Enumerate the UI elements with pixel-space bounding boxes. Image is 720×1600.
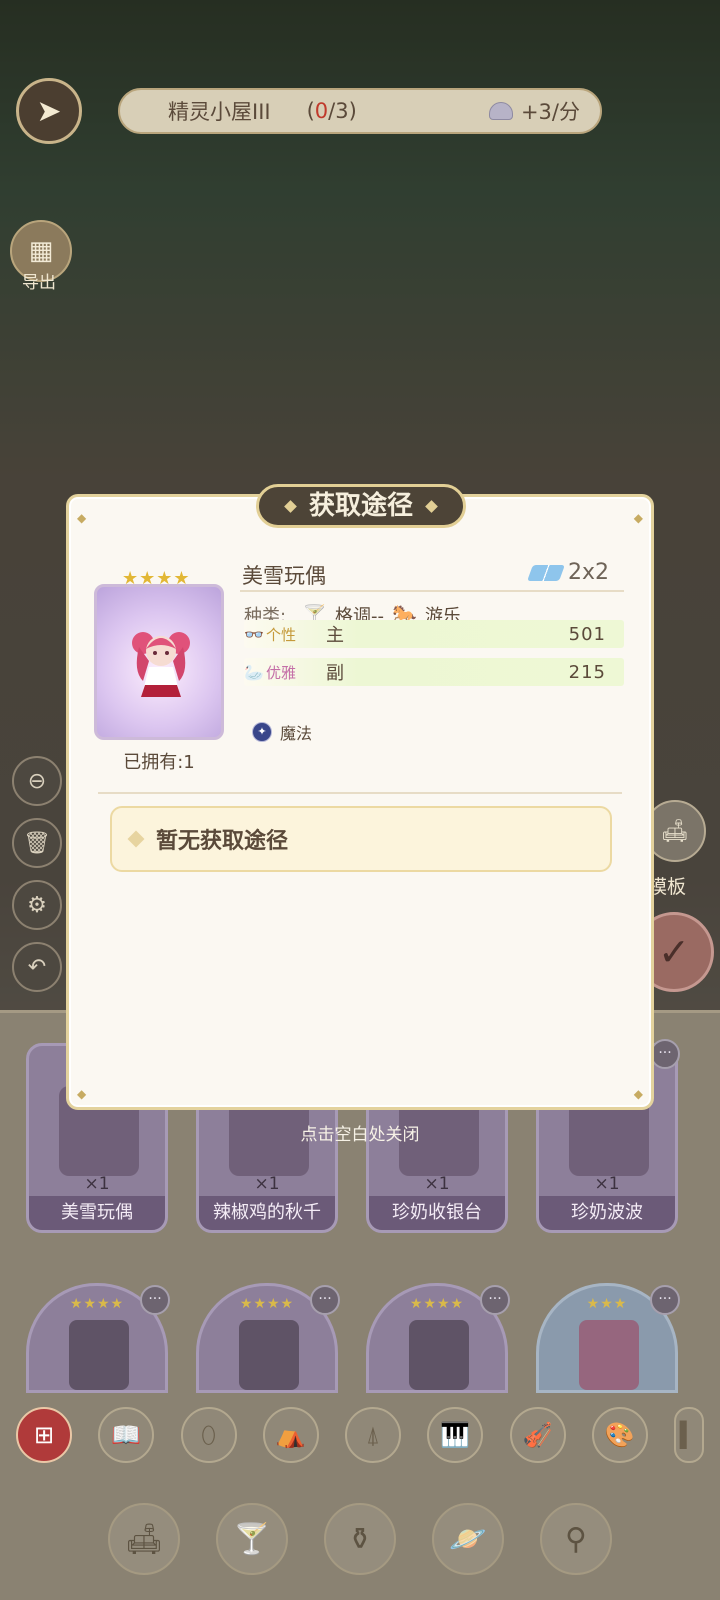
minus-button[interactable]: ⊖ bbox=[12, 756, 62, 806]
book-icon: 📖 bbox=[111, 1421, 142, 1449]
route-entry: 暂无获取途径 bbox=[110, 806, 612, 872]
close-hint: 点击空白处关闭 bbox=[300, 1125, 420, 1145]
category-tent-button[interactable]: ⛺ bbox=[262, 1407, 319, 1463]
divider bbox=[240, 590, 624, 592]
room-title: 精灵小屋III bbox=[168, 100, 271, 124]
item-name-title: 美雪玩偶 bbox=[242, 564, 326, 588]
violin-icon: 🎻 bbox=[522, 1421, 553, 1449]
doll-illustration bbox=[132, 632, 190, 697]
diamond-icon bbox=[284, 500, 297, 513]
room-title-bar: 精灵小屋III (0/3) +3/分 bbox=[118, 88, 602, 134]
item-size: 2x2 bbox=[527, 560, 609, 585]
category-bar: ⊞ 📖 ⬯ ⛺ ⍋ 🎹 🎻 🎨 ▍ bbox=[10, 1398, 710, 1472]
nav-decor-button[interactable]: 🍸 bbox=[216, 1503, 288, 1575]
dialog-title: 获取途径 bbox=[256, 484, 466, 528]
export-label: 导出 bbox=[22, 273, 56, 293]
corner-ornament-icon: ◆ bbox=[77, 1087, 87, 1101]
tent-icon: ⛺ bbox=[275, 1421, 306, 1449]
more-options-button[interactable]: ··· bbox=[650, 1285, 680, 1315]
planet-icon: 🪐 bbox=[449, 1521, 487, 1557]
shell-icon bbox=[488, 102, 513, 120]
stat-row-elegance: 🦢 优雅 副 215 bbox=[244, 658, 624, 686]
floor-grid-icon bbox=[527, 564, 565, 581]
rarity-stars: ★★★★ bbox=[122, 568, 191, 589]
nav-plants-button[interactable]: ⚱ bbox=[324, 1503, 396, 1575]
piano-icon: 🎹 bbox=[440, 1421, 471, 1449]
category-lamp-button[interactable]: ⍋ bbox=[345, 1407, 401, 1463]
gear-icon: ⚙ bbox=[27, 892, 47, 918]
bottom-nav: 🛋 🍸 ⚱ 🪐 ⚲ bbox=[0, 1478, 720, 1600]
minus-icon: ⊖ bbox=[27, 768, 47, 794]
owned-count: 已拥有:1 bbox=[123, 752, 195, 773]
nav-furniture-button[interactable]: 🛋 bbox=[108, 1503, 180, 1575]
item-quantity: ×1 bbox=[84, 1174, 110, 1194]
corner-ornament-icon: ◆ bbox=[77, 511, 87, 525]
undo-icon: ↶ bbox=[27, 954, 47, 980]
divider bbox=[98, 792, 622, 794]
item-name: 辣椒鸡的秋千 bbox=[199, 1196, 335, 1230]
item-quantity: ×1 bbox=[424, 1174, 450, 1194]
item-quantity: ×1 bbox=[594, 1174, 620, 1194]
swan-icon: 🦢 bbox=[244, 662, 264, 682]
qr-code-icon: ▦ bbox=[28, 236, 54, 266]
vase-icon: ⚱ bbox=[347, 1521, 373, 1557]
category-music-button[interactable]: 🎻 bbox=[509, 1407, 566, 1463]
corner-ornament-icon: ◆ bbox=[633, 511, 643, 525]
back-arrow-icon: ➤ bbox=[36, 93, 62, 129]
corner-ornament-icon: ◆ bbox=[633, 1087, 643, 1101]
more-options-button[interactable]: ··· bbox=[650, 1039, 680, 1069]
item-name: 珍奶收银台 bbox=[369, 1196, 505, 1230]
category-more-button[interactable]: ▍ bbox=[674, 1407, 704, 1463]
search-icon: ⚲ bbox=[565, 1521, 587, 1557]
cocktail-icon: 🍸 bbox=[233, 1521, 271, 1557]
diamond-icon bbox=[127, 830, 145, 848]
item-tag: ✦ 魔法 bbox=[252, 720, 312, 744]
check-icon: ✓ bbox=[658, 930, 690, 974]
nav-planet-button[interactable]: 🪐 bbox=[432, 1503, 504, 1575]
nav-search-button[interactable]: ⚲ bbox=[540, 1503, 612, 1575]
more-icon: ▍ bbox=[679, 1421, 699, 1449]
more-options-button[interactable]: ··· bbox=[480, 1285, 510, 1315]
more-options-button[interactable]: ··· bbox=[310, 1285, 340, 1315]
income-rate: +3/分 bbox=[488, 96, 580, 126]
category-piano-button[interactable]: 🎹 bbox=[427, 1407, 484, 1463]
category-art-button[interactable]: 🎨 bbox=[591, 1407, 648, 1463]
sofa-icon: 🛋 bbox=[661, 818, 689, 844]
lamp-icon: ⍋ bbox=[365, 1421, 381, 1449]
item-name: 珍奶波波 bbox=[539, 1196, 675, 1230]
mirror-icon: ⬯ bbox=[200, 1421, 217, 1449]
item-name: 美雪玩偶 bbox=[29, 1196, 165, 1230]
more-options-button[interactable]: ··· bbox=[140, 1285, 170, 1315]
trash-icon: 🗑 bbox=[23, 830, 51, 856]
item-thumbnail bbox=[69, 1320, 129, 1390]
item-portrait bbox=[94, 584, 224, 740]
room-capacity: (0/3) bbox=[306, 99, 357, 123]
undo-button[interactable]: ↶ bbox=[12, 942, 62, 992]
item-thumbnail bbox=[579, 1320, 639, 1390]
furniture-icon: 🛋 bbox=[124, 1521, 164, 1557]
stat-row-personality: 👓 个性 主 501 bbox=[244, 620, 624, 648]
item-quantity: ×1 bbox=[254, 1174, 280, 1194]
item-thumbnail bbox=[239, 1320, 299, 1390]
back-button[interactable]: ➤ bbox=[16, 78, 82, 144]
diamond-icon bbox=[425, 500, 438, 513]
category-book-button[interactable]: 📖 bbox=[98, 1407, 155, 1463]
grid-icon: ⊞ bbox=[33, 1421, 55, 1449]
palette-icon: 🎨 bbox=[604, 1421, 635, 1449]
category-mirror-button[interactable]: ⬯ bbox=[180, 1407, 237, 1463]
settings-button[interactable]: ⚙ bbox=[12, 880, 62, 930]
item-thumbnail bbox=[409, 1320, 469, 1390]
glasses-icon: 👓 bbox=[244, 624, 264, 644]
category-all-button[interactable]: ⊞ bbox=[16, 1407, 72, 1463]
delete-button[interactable]: 🗑 bbox=[12, 818, 62, 868]
magic-wand-icon: ✦ bbox=[252, 722, 272, 742]
